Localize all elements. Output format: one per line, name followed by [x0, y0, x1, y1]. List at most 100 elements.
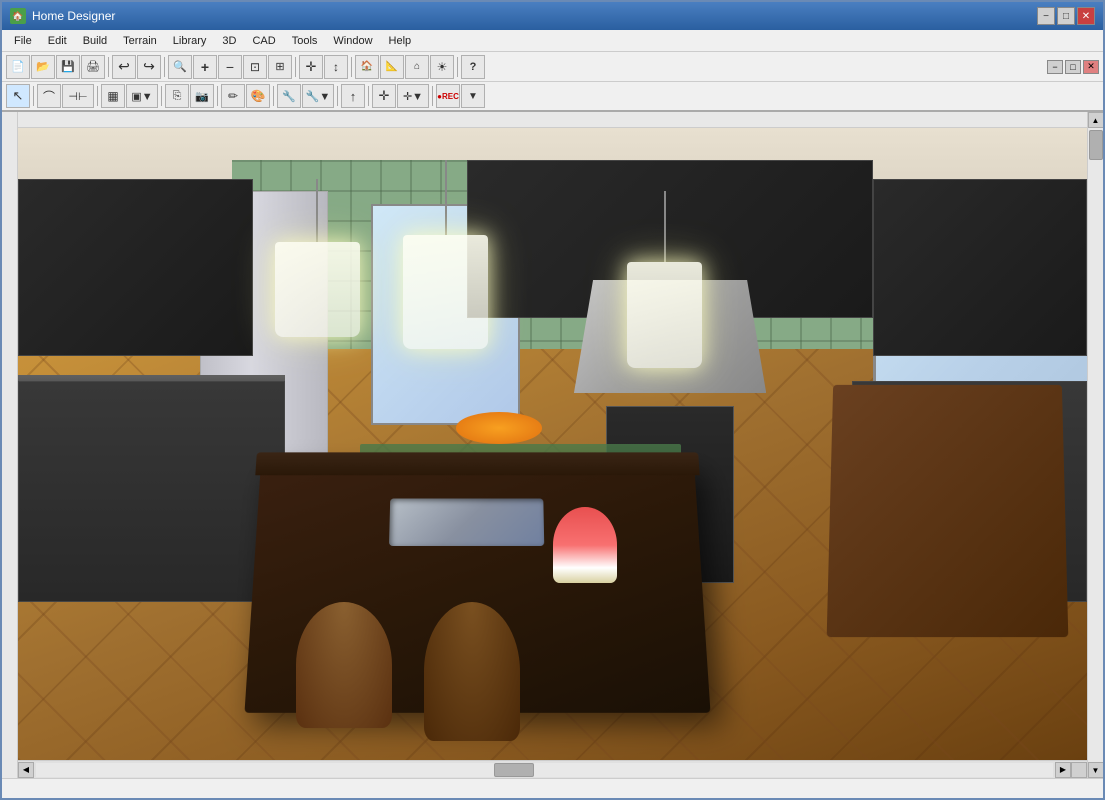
wrench-tool[interactable]: 🔧	[277, 84, 301, 108]
menu-item-3d[interactable]: 3D	[214, 33, 244, 49]
save-button[interactable]: 💾	[56, 55, 80, 79]
kitchen-sink	[389, 498, 544, 546]
cabinet-tool[interactable]: ▣▼	[126, 84, 158, 108]
flower-vase	[553, 507, 617, 583]
measure-tool[interactable]: ⊣⊢	[62, 84, 94, 108]
scroll-up-button[interactable]: ▲	[1088, 112, 1104, 128]
arrow-up-tool[interactable]: ↑	[341, 84, 365, 108]
menu-item-cad[interactable]: CAD	[244, 33, 283, 49]
scroll-corner	[1071, 762, 1087, 778]
inner-controls: − □ ✕	[1047, 60, 1099, 74]
menu-item-window[interactable]: Window	[325, 33, 380, 49]
rec-dropdown[interactable]: ▼	[461, 84, 485, 108]
roof-button[interactable]: ⌂	[405, 55, 429, 79]
maximize-button[interactable]: □	[1057, 7, 1075, 25]
pendant-light-1	[275, 179, 361, 337]
vertical-scrollbar: ▲ ▼	[1087, 112, 1103, 778]
fruit-bowl	[456, 412, 542, 444]
pencil-tool[interactable]: ✏	[221, 84, 245, 108]
zoom-out-button[interactable]: −	[218, 55, 242, 79]
sun-button[interactable]: ☀	[430, 55, 454, 79]
copy-tool[interactable]: ⎘	[165, 84, 189, 108]
new-button[interactable]: 📄	[6, 55, 30, 79]
pendant-cord-3	[664, 191, 666, 262]
sep10	[273, 86, 274, 106]
scroll-track-vertical[interactable]	[1088, 128, 1103, 762]
main-area: ◀ ▶ ▲ ▼	[2, 112, 1103, 778]
menu-item-tools[interactable]: Tools	[284, 33, 326, 49]
pendant-shade-1	[275, 242, 361, 337]
close-button[interactable]: ✕	[1077, 7, 1095, 25]
undo-button[interactable]: ↩	[112, 55, 136, 79]
menu-item-build[interactable]: Build	[75, 33, 115, 49]
bar-stool-1	[296, 602, 392, 728]
move-tool[interactable]: ✛	[372, 84, 396, 108]
scroll-down-button[interactable]: ▼	[1088, 762, 1104, 778]
sep1	[108, 57, 109, 77]
arc-tool[interactable]: ⌒	[37, 84, 61, 108]
zoom-fit-button[interactable]: ⊡	[243, 55, 267, 79]
pendant-cord-2	[445, 160, 447, 236]
redo-button[interactable]: ↪	[137, 55, 161, 79]
horizontal-scrollbar: ◀ ▶	[18, 760, 1087, 778]
scroll-thumb-vertical[interactable]	[1089, 130, 1103, 160]
upper-cabinet-right	[873, 179, 1087, 356]
sep5	[457, 57, 458, 77]
zoom-in-button[interactable]: +	[193, 55, 217, 79]
rec-button[interactable]: ●REC	[436, 84, 460, 108]
open-button[interactable]: 📂	[31, 55, 55, 79]
top-ruler	[18, 112, 1087, 128]
main-window: 🏠 Home Designer − □ ✕ File Edit Build Te…	[0, 0, 1105, 800]
floor-plan-button[interactable]: 🏠	[355, 55, 379, 79]
bar-stool-2	[424, 602, 520, 741]
tools-dropdown[interactable]: 🔧▼	[302, 84, 334, 108]
print-button[interactable]: 🖨	[81, 55, 105, 79]
sep9	[217, 86, 218, 106]
sep12	[368, 86, 369, 106]
menu-item-help[interactable]: Help	[381, 33, 420, 49]
block-tool[interactable]: ▦	[101, 84, 125, 108]
scroll-left-button[interactable]: ◀	[18, 762, 34, 778]
upper-cabinet-left	[18, 179, 253, 356]
sep13	[432, 86, 433, 106]
scroll-right-button[interactable]: ▶	[1055, 762, 1071, 778]
pendant-shade-2	[403, 235, 489, 349]
title-controls: − □ ✕	[1037, 7, 1095, 25]
menu-item-file[interactable]: File	[6, 33, 40, 49]
arrow-button[interactable]: ↕	[324, 55, 348, 79]
menu-item-library[interactable]: Library	[165, 33, 215, 49]
sep4	[351, 57, 352, 77]
pendant-light-3	[627, 191, 702, 368]
scroll-track-horizontal[interactable]	[36, 763, 1053, 777]
island-countertop	[255, 452, 699, 475]
inner-close[interactable]: ✕	[1083, 60, 1099, 74]
menu-bar: File Edit Build Terrain Library 3D CAD T…	[2, 30, 1103, 52]
sep8	[161, 86, 162, 106]
color-fill-tool[interactable]: 🎨	[246, 84, 270, 108]
lower-cabinet-left	[18, 381, 285, 602]
pendant-light-2	[403, 160, 489, 350]
toolbar-secondary: ↖ ⌒ ⊣⊢ ▦ ▣▼ ⎘ 📷 ✏ 🎨 🔧 🔧▼ ↑ ✛ ✛▼ ●REC ▼	[2, 82, 1103, 112]
nav-cross-button[interactable]: ✛	[299, 55, 323, 79]
scroll-thumb-horizontal[interactable]	[494, 763, 534, 777]
menu-item-edit[interactable]: Edit	[40, 33, 75, 49]
pendant-cord-1	[316, 179, 318, 242]
sep11	[337, 86, 338, 106]
content-area: ◀ ▶	[18, 112, 1087, 778]
title-bar: 🏠 Home Designer − □ ✕	[2, 2, 1103, 30]
help-button[interactable]: ?	[461, 55, 485, 79]
select-tool[interactable]: ↖	[6, 84, 30, 108]
inner-min[interactable]: −	[1047, 60, 1063, 74]
sep6	[33, 86, 34, 106]
inner-max[interactable]: □	[1065, 60, 1081, 74]
viewport[interactable]	[18, 128, 1087, 760]
status-bar	[2, 778, 1103, 798]
camera-tool[interactable]: 📷	[190, 84, 214, 108]
3d-view-button[interactable]: 📐	[380, 55, 404, 79]
minimize-button[interactable]: −	[1037, 7, 1055, 25]
menu-item-terrain[interactable]: Terrain	[115, 33, 165, 49]
sep7	[97, 86, 98, 106]
zoom-search-button[interactable]: 🔍	[168, 55, 192, 79]
move-dropdown[interactable]: ✛▼	[397, 84, 429, 108]
zoom-all-button[interactable]: ⊞	[268, 55, 292, 79]
